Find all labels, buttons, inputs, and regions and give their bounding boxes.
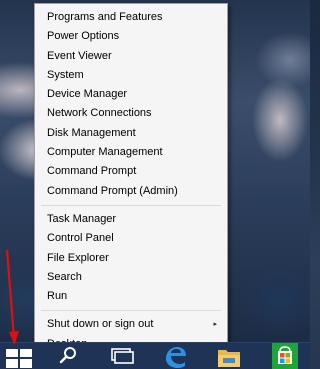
store-icon bbox=[272, 343, 298, 369]
edge-button[interactable] bbox=[160, 343, 190, 369]
submenu-arrow-icon: ▸ bbox=[213, 321, 217, 329]
menu-item-system[interactable]: System bbox=[35, 66, 227, 85]
menu-item-run[interactable]: Run bbox=[35, 287, 227, 306]
winx-context-menu: Programs and Features Power Options Even… bbox=[34, 3, 228, 350]
windows-start-icon bbox=[6, 349, 32, 368]
taskbar bbox=[0, 342, 310, 369]
menu-separator bbox=[41, 310, 221, 312]
menu-item-computer-management[interactable]: Computer Management bbox=[35, 143, 227, 162]
file-explorer-icon bbox=[218, 350, 240, 367]
menu-item-search[interactable]: Search bbox=[35, 268, 227, 287]
file-explorer-button[interactable] bbox=[214, 343, 244, 369]
menu-item-shut-down-or-sign-out[interactable]: Shut down or sign out ▸ bbox=[35, 315, 227, 334]
task-view-button[interactable] bbox=[108, 343, 138, 369]
menu-separator bbox=[41, 204, 221, 206]
menu-item-task-manager[interactable]: Task Manager bbox=[35, 210, 227, 229]
menu-item-command-prompt-admin[interactable]: Command Prompt (Admin) bbox=[35, 182, 227, 201]
search-button[interactable] bbox=[56, 343, 82, 369]
menu-item-disk-management[interactable]: Disk Management bbox=[35, 124, 227, 143]
menu-item-file-explorer[interactable]: File Explorer bbox=[35, 249, 227, 268]
menu-item-programs-and-features[interactable]: Programs and Features bbox=[35, 8, 227, 27]
store-button[interactable] bbox=[268, 343, 302, 369]
menu-item-power-options[interactable]: Power Options bbox=[35, 27, 227, 46]
start-button[interactable] bbox=[0, 343, 44, 369]
menu-item-label: Shut down or sign out bbox=[47, 318, 154, 331]
edge-icon bbox=[166, 347, 186, 368]
menu-item-event-viewer[interactable]: Event Viewer bbox=[35, 47, 227, 66]
menu-item-control-panel[interactable]: Control Panel bbox=[35, 229, 227, 248]
menu-item-device-manager[interactable]: Device Manager bbox=[35, 85, 227, 104]
search-icon bbox=[59, 347, 76, 364]
menu-item-network-connections[interactable]: Network Connections bbox=[35, 104, 227, 123]
menu-item-command-prompt[interactable]: Command Prompt bbox=[35, 162, 227, 181]
task-view-icon bbox=[111, 348, 134, 364]
